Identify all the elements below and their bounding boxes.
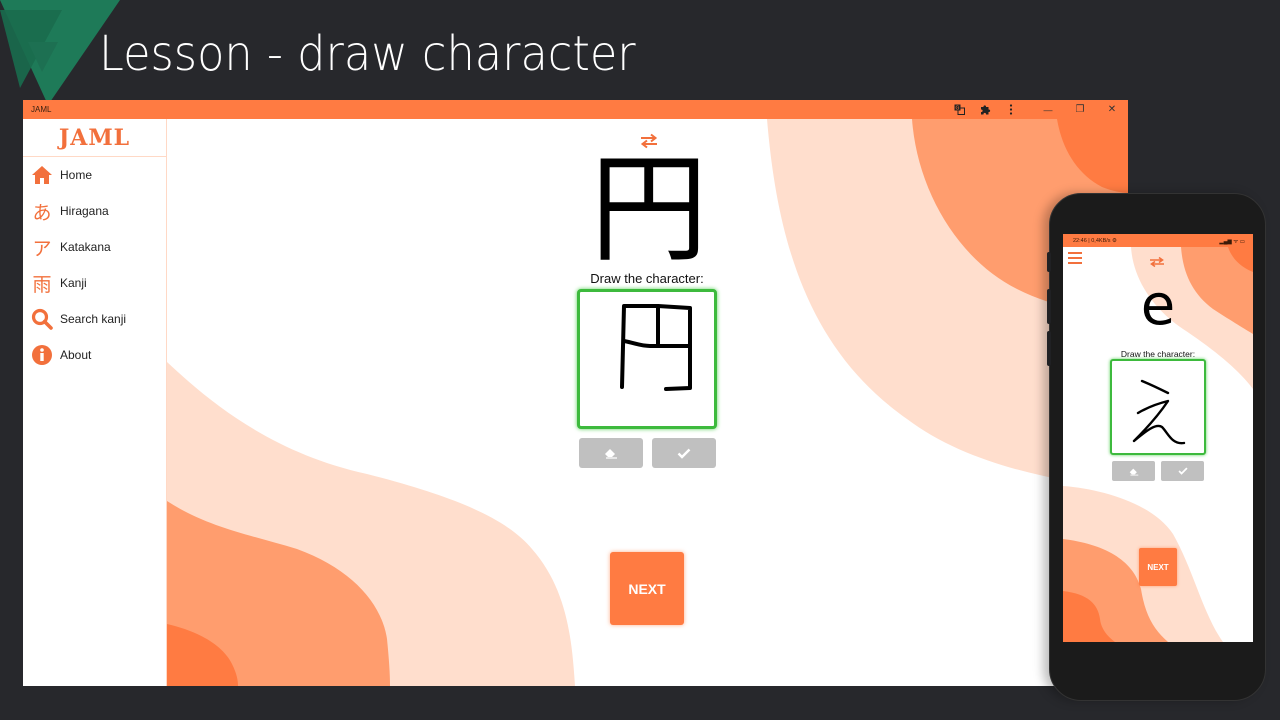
phone-mockup: 22:46 | 0,4KB/s ⚙ ▂▄▆ ᯤ ▭ e Draw the cha… <box>1047 193 1266 701</box>
sidebar-item-hiragana[interactable]: あ Hiragana <box>23 193 166 229</box>
maximize-button[interactable]: ❐ <box>1064 100 1096 119</box>
draw-prompt: Draw the character: <box>590 271 704 286</box>
eraser-icon <box>605 449 617 459</box>
drawing-canvas[interactable] <box>1110 359 1206 455</box>
drawing-canvas[interactable] <box>577 289 717 429</box>
search-icon <box>31 308 53 330</box>
sidebar-item-label: Home <box>60 168 93 182</box>
erase-button[interactable] <box>579 438 643 468</box>
close-button[interactable]: ✕ <box>1096 100 1128 119</box>
svg-text:G: G <box>955 106 959 112</box>
check-icon <box>1177 467 1188 475</box>
check-button[interactable] <box>1161 461 1204 481</box>
minimize-button[interactable]: — <box>1032 100 1064 119</box>
sidebar-item-kanji[interactable]: 雨 Kanji <box>23 265 166 301</box>
check-icon <box>677 448 691 459</box>
phone-side-button <box>1047 331 1051 366</box>
phone-screen: 22:46 | 0,4KB/s ⚙ ▂▄▆ ᯤ ▭ e Draw the cha… <box>1063 234 1253 642</box>
home-icon <box>31 164 53 186</box>
app-logo: JAML <box>23 119 166 157</box>
eraser-icon <box>1129 468 1138 475</box>
phone-status-bar: 22:46 | 0,4KB/s ⚙ ▂▄▆ ᯤ ▭ <box>1063 234 1253 247</box>
lesson-main-area: 円 Draw the character: NEXT <box>167 119 1128 686</box>
sidebar-item-label: Kanji <box>60 276 87 290</box>
more-vertical-icon[interactable] <box>998 100 1024 119</box>
next-button[interactable]: NEXT <box>1139 548 1177 586</box>
user-drawn-strokes <box>620 304 692 391</box>
window-titlebar: JAML G — ❐ ✕ <box>23 100 1128 119</box>
hiragana-icon: あ <box>32 201 52 224</box>
hamburger-menu-icon[interactable] <box>1068 252 1082 264</box>
status-time-speed: 22:46 | 0,4KB/s ⚙ <box>1073 237 1117 244</box>
info-icon <box>31 344 53 366</box>
desktop-app-window: JAML G — ❐ ✕ JAML Home あ Hiragana ア Kata… <box>23 100 1128 686</box>
target-character: e <box>1140 273 1176 338</box>
extension-icon[interactable] <box>972 100 998 119</box>
slide-title: Lesson - draw character <box>99 26 636 82</box>
sidebar-item-katakana[interactable]: ア Katakana <box>23 229 166 265</box>
sidebar-item-about[interactable]: About <box>23 337 166 373</box>
next-button[interactable]: NEXT <box>610 552 684 625</box>
draw-prompt: Draw the character: <box>1120 349 1196 359</box>
check-button[interactable] <box>652 438 716 468</box>
maximize-icon: ❐ <box>1075 104 1085 115</box>
swap-arrows-icon <box>1150 256 1164 268</box>
sidebar-item-label: About <box>60 348 92 362</box>
status-indicators: ▂▄▆ ᯤ ▭ <box>1219 238 1245 245</box>
user-drawn-strokes <box>1132 379 1186 445</box>
sidebar-item-home[interactable]: Home <box>23 157 166 193</box>
sidebar: JAML Home あ Hiragana ア Katakana 雨 Kanji … <box>23 119 167 686</box>
translate-icon[interactable]: G <box>946 100 972 119</box>
window-app-name: JAML <box>31 105 52 114</box>
swap-direction-button[interactable] <box>1149 255 1165 268</box>
minimize-icon: — <box>1043 104 1053 115</box>
erase-button[interactable] <box>1112 461 1155 481</box>
sidebar-item-label: Katakana <box>60 240 111 254</box>
sidebar-item-label: Hiragana <box>60 204 109 218</box>
sidebar-item-search-kanji[interactable]: Search kanji <box>23 301 166 337</box>
katakana-icon: ア <box>32 237 52 260</box>
close-icon: ✕ <box>1107 104 1117 115</box>
phone-side-button <box>1047 289 1051 324</box>
kanji-icon: 雨 <box>32 273 52 296</box>
target-character: 円 <box>589 140 708 278</box>
phone-side-button <box>1047 252 1051 272</box>
sidebar-item-label: Search kanji <box>60 312 127 326</box>
